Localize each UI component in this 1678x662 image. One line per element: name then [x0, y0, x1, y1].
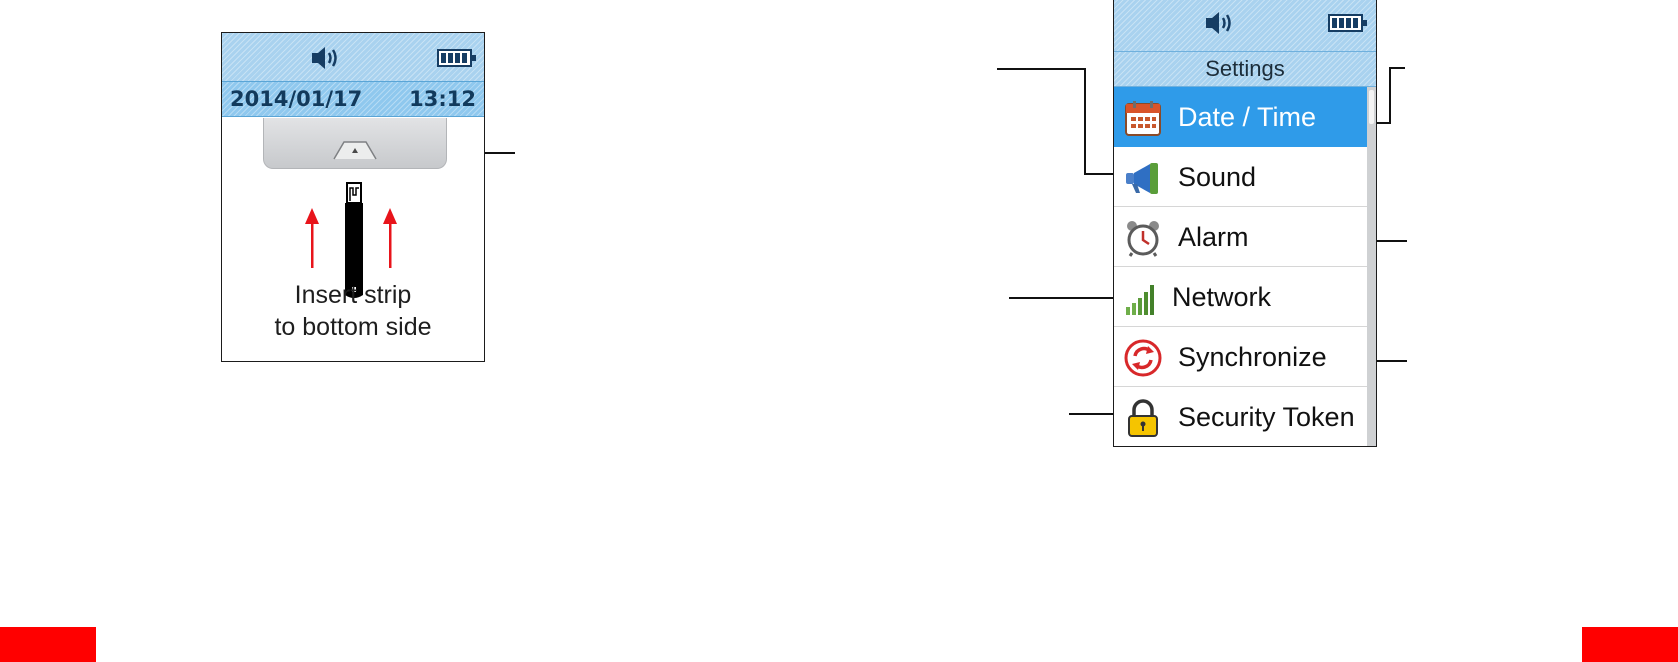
menu-item-label: Network [1172, 282, 1272, 312]
menu-item-synchronize[interactable]: Synchronize [1114, 327, 1367, 387]
status-bar [222, 33, 484, 81]
callout-line [1084, 68, 1086, 175]
instruction-line-2: to bottom side [274, 313, 432, 341]
menu-item-label: Synchronize [1178, 342, 1327, 372]
callout-line [1389, 67, 1391, 124]
menu-item-label: Sound [1178, 162, 1257, 192]
signal-bars-icon [1126, 285, 1154, 315]
menu-item-label: Security Token [1178, 402, 1355, 432]
callout-line [1009, 297, 1113, 299]
port-slot-icon [333, 141, 377, 160]
date-time-bar: 2014/01/17 13:12 [222, 81, 484, 117]
callout-line [1084, 173, 1113, 175]
battery-icon [437, 49, 476, 67]
callout-line [1377, 240, 1407, 242]
test-port-icon [263, 118, 447, 169]
megaphone-icon [1126, 163, 1158, 194]
callout-line [1069, 413, 1113, 415]
menu-item-sound[interactable]: Sound [1114, 147, 1367, 207]
time-display: 13:12 [409, 87, 476, 111]
page-tab-right [1582, 627, 1678, 662]
menu-item-security-token[interactable]: Security Token [1114, 387, 1367, 446]
calendar-icon [1125, 101, 1161, 136]
menu-item-label: Date / Time [1178, 102, 1317, 132]
padlock-icon [1128, 399, 1158, 437]
callout-line [997, 68, 1086, 70]
callout-line [1389, 67, 1405, 69]
page-tab-left [0, 627, 96, 662]
speaker-icon [312, 47, 337, 69]
battery-icon [1328, 14, 1367, 32]
scrollbar-thumb[interactable] [1369, 90, 1374, 124]
menu-item-label: Alarm [1178, 222, 1249, 252]
settings-screen: Settings Date / Time Sound Alarm Network… [1113, 0, 1377, 447]
scrollbar[interactable] [1367, 87, 1376, 446]
status-bar [1114, 0, 1376, 51]
menu-item-date-time[interactable]: Date / Time [1114, 87, 1367, 147]
sync-icon [1124, 339, 1162, 377]
callout-line [1377, 360, 1407, 362]
screen-title: Settings [1114, 51, 1376, 87]
alarm-clock-icon [1127, 221, 1159, 257]
red-up-arrow-icon [383, 208, 397, 268]
menu-item-alarm[interactable]: Alarm [1114, 207, 1367, 267]
red-up-arrow-icon [305, 208, 319, 268]
speaker-icon [1206, 12, 1231, 34]
callout-line [485, 152, 515, 154]
instruction-line-1: Insert strip [294, 281, 412, 309]
strip-insert-screen: 2014/01/17 13:12 Insert strip to bottom … [221, 32, 485, 362]
date-display: 2014/01/17 [230, 87, 363, 111]
menu-item-network[interactable]: Network [1114, 267, 1367, 327]
